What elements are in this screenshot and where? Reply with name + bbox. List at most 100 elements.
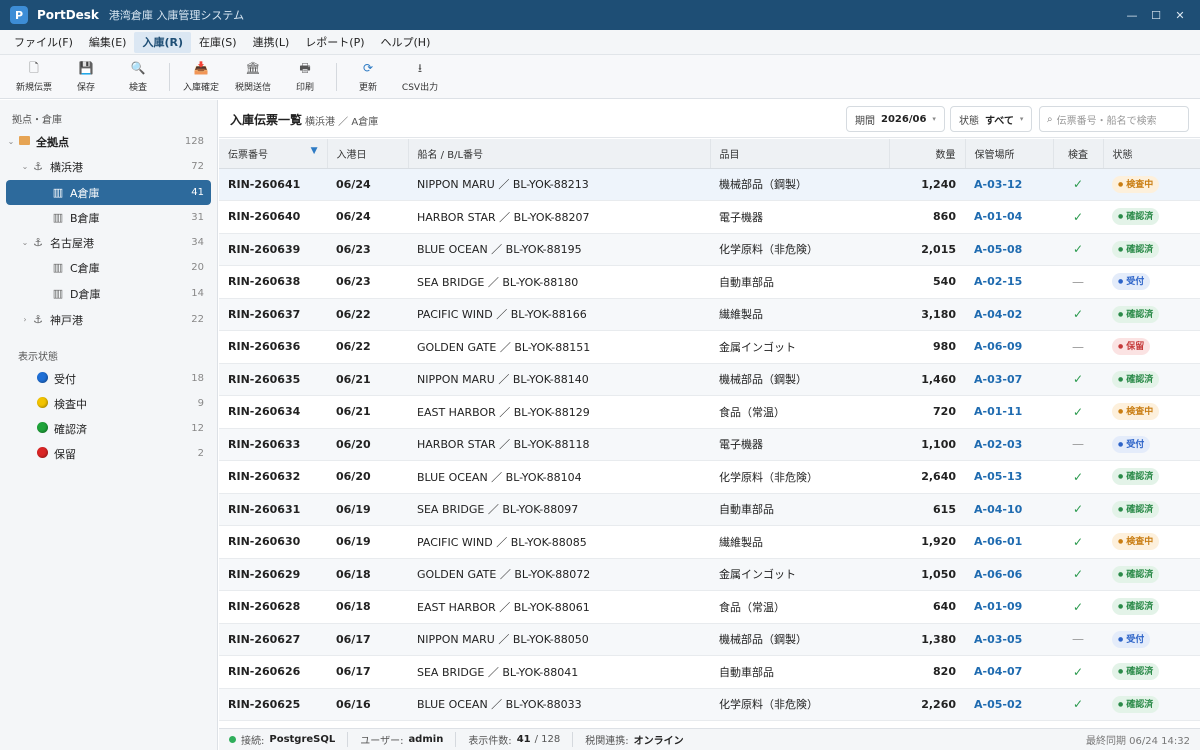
- period-select[interactable]: 期間 2026/06 ▾: [846, 106, 945, 132]
- maximize-icon[interactable]: ☐: [1144, 9, 1168, 22]
- table-row[interactable]: RIN-260630 06/19 PACIFIC WIND ／ BL-YOK-880…: [219, 525, 1200, 559]
- table-row[interactable]: RIN-260635 06/21 NIPPON MARU ／ BL-YOK-8814…: [219, 363, 1200, 396]
- column-header-vessel-bl[interactable]: 船名 / B/L番号: [408, 139, 711, 169]
- location-link[interactable]: A-01-09: [965, 590, 1053, 624]
- tree-item-count: 14: [191, 288, 204, 299]
- location-link[interactable]: A-04-02: [965, 298, 1053, 331]
- status-filter-inspecting[interactable]: 検査中 9: [6, 391, 211, 416]
- column-header-quantity[interactable]: 数量: [889, 139, 966, 169]
- connection-value: PostgreSQL: [269, 734, 336, 745]
- table-row[interactable]: RIN-260632 06/20 BLUE OCEAN ／ BL-YOK-88104…: [219, 460, 1200, 494]
- column-header-location[interactable]: 保管場所: [965, 139, 1054, 169]
- menu-receiving[interactable]: 入庫(R): [134, 31, 191, 53]
- table-row[interactable]: RIN-260634 06/21 EAST HARBOR ／ BL-YOK-8812…: [219, 395, 1200, 429]
- status-filter-hold[interactable]: 保留 2: [6, 441, 211, 466]
- table-row[interactable]: RIN-260639 06/23 BLUE OCEAN ／ BL-YOK-88195…: [219, 233, 1200, 266]
- table-row[interactable]: RIN-260626 06/17 SEA BRIDGE ／ BL-YOK-88041…: [219, 655, 1200, 689]
- sort-descending-icon[interactable]: ▼: [311, 146, 318, 156]
- table-row[interactable]: RIN-260638 06/23 SEA BRIDGE ／ BL-YOK-88180…: [219, 265, 1200, 299]
- table-row[interactable]: RIN-260631 06/19 SEA BRIDGE ／ BL-YOK-88097…: [219, 493, 1200, 526]
- status-dot-icon: [34, 371, 50, 386]
- app-icon: P: [10, 6, 28, 24]
- location-link[interactable]: A-03-05: [965, 623, 1053, 656]
- tree-item-warehouse-c[interactable]: ▥ C倉庫 20: [6, 255, 211, 280]
- expand-chevron-icon[interactable]: ⌄: [20, 162, 30, 171]
- menu-report[interactable]: レポート(P): [297, 32, 372, 53]
- tree-item-kobe[interactable]: › ⚓ 神戸港 22: [6, 307, 211, 332]
- customs-link-value: オンライン: [633, 736, 684, 747]
- customs-send-button[interactable]: 🏛 税関送信: [227, 57, 279, 97]
- location-link[interactable]: A-02-15: [965, 265, 1053, 299]
- tree-item-all[interactable]: ⌄ 全拠点 128: [6, 129, 211, 154]
- column-header-status[interactable]: 状態: [1103, 139, 1200, 169]
- arrival-date-cell: 06/22: [327, 330, 408, 364]
- column-header-arrival-date[interactable]: 入港日: [327, 139, 409, 169]
- table-row[interactable]: RIN-260633 06/20 HARBOR STAR ／ BL-YOK-8811…: [219, 428, 1200, 461]
- location-link[interactable]: A-04-10: [965, 493, 1053, 526]
- new-slip-button[interactable]: 🗋 新規伝票: [8, 57, 60, 97]
- record-count-value: 41: [516, 734, 531, 745]
- expand-chevron-icon[interactable]: ›: [20, 315, 30, 324]
- print-button[interactable]: 🖶 印刷: [279, 57, 331, 97]
- tree-item-warehouse-d[interactable]: ▥ D倉庫 14: [6, 281, 211, 306]
- menu-integration[interactable]: 連携(L): [245, 32, 298, 53]
- location-link[interactable]: A-06-09: [965, 330, 1053, 364]
- inbox-icon: 📥: [193, 60, 209, 75]
- table-row[interactable]: RIN-260625 06/16 BLUE OCEAN ／ BL-YOK-88033…: [219, 688, 1200, 721]
- search-input[interactable]: ⌕ 伝票番号・船名で検索: [1039, 106, 1189, 132]
- menu-edit[interactable]: 編集(E): [81, 32, 135, 53]
- tree-item-yokohama[interactable]: ⌄ ⚓ 横浜港 72: [6, 154, 211, 179]
- save-button[interactable]: 💾 保存: [60, 57, 112, 97]
- menu-help[interactable]: ヘルプ(H): [373, 32, 439, 53]
- quantity-cell: 2,640: [889, 460, 965, 494]
- table-row[interactable]: RIN-260636 06/22 GOLDEN GATE ／ BL-YOK-8815…: [219, 330, 1200, 364]
- check-icon: ✓: [1053, 460, 1103, 494]
- location-link[interactable]: A-04-07: [965, 655, 1053, 689]
- status-filter-label: 確認済: [54, 422, 87, 436]
- location-link[interactable]: A-01-11: [965, 395, 1053, 429]
- location-link[interactable]: A-02-03: [965, 428, 1053, 461]
- location-link[interactable]: A-01-04: [965, 200, 1053, 234]
- location-link[interactable]: A-06-01: [965, 525, 1053, 559]
- location-link[interactable]: A-05-08: [965, 233, 1053, 266]
- status-filter-confirmed[interactable]: 確認済 12: [6, 416, 211, 441]
- tree-item-warehouse-a[interactable]: ▥ A倉庫 41: [6, 180, 211, 205]
- menu-file[interactable]: ファイル(F): [6, 32, 81, 53]
- dash-icon: —: [1053, 265, 1103, 299]
- status-filter-count: 18: [191, 373, 204, 384]
- quantity-cell: 540: [889, 265, 965, 299]
- location-link[interactable]: A-05-13: [965, 460, 1053, 494]
- close-icon[interactable]: ✕: [1168, 9, 1192, 22]
- location-link[interactable]: A-03-07: [965, 363, 1053, 396]
- expand-chevron-icon[interactable]: ⌄: [20, 238, 30, 247]
- status-filter-received[interactable]: 受付 18: [6, 366, 211, 391]
- table-row[interactable]: RIN-260628 06/18 EAST HARBOR ／ BL-YOK-8806…: [219, 590, 1200, 624]
- arrival-date-cell: 06/19: [327, 525, 408, 559]
- tree-item-nagoya[interactable]: ⌄ ⚓ 名古屋港 34: [6, 230, 211, 255]
- status-select[interactable]: 状態 すべて ▾: [950, 106, 1033, 132]
- column-header-inspection[interactable]: 検査: [1053, 139, 1104, 169]
- expand-chevron-icon[interactable]: ⌄: [6, 137, 16, 146]
- table-row[interactable]: RIN-260640 06/24 HARBOR STAR ／ BL-YOK-8820…: [219, 200, 1200, 234]
- minimize-icon[interactable]: —: [1120, 9, 1144, 22]
- location-link[interactable]: A-03-12: [965, 168, 1053, 201]
- location-link[interactable]: A-05-02: [965, 688, 1053, 721]
- table-row[interactable]: RIN-260637 06/22 PACIFIC WIND ／ BL-YOK-881…: [219, 298, 1200, 331]
- table-row[interactable]: RIN-260627 06/17 NIPPON MARU ／ BL-YOK-8805…: [219, 623, 1200, 656]
- status-badge: 確認済: [1112, 305, 1160, 323]
- menu-inventory[interactable]: 在庫(S): [191, 32, 245, 53]
- refresh-button[interactable]: ⟳ 更新: [342, 57, 394, 97]
- tree-item-label: A倉庫: [70, 186, 100, 200]
- save-label: 保存: [76, 82, 95, 93]
- tree-item-warehouse-b[interactable]: ▥ B倉庫 31: [6, 205, 211, 230]
- inspect-button[interactable]: 🔍 検査: [112, 57, 164, 97]
- location-link[interactable]: A-06-06: [965, 558, 1053, 591]
- column-header-slip-no[interactable]: 伝票番号 ▼: [219, 139, 328, 169]
- column-header-item[interactable]: 品目: [710, 139, 890, 169]
- confirm-receipt-button[interactable]: 📥 入庫確定: [175, 57, 227, 97]
- csv-export-button[interactable]: ⭳ CSV出力: [394, 57, 446, 97]
- user-value: admin: [408, 734, 444, 745]
- slip-number-cell: RIN-260626: [219, 655, 327, 689]
- table-row[interactable]: RIN-260629 06/18 GOLDEN GATE ／ BL-YOK-8807…: [219, 558, 1200, 591]
- table-row[interactable]: RIN-260641 06/24 NIPPON MARU ／ BL-YOK-8821…: [219, 168, 1200, 201]
